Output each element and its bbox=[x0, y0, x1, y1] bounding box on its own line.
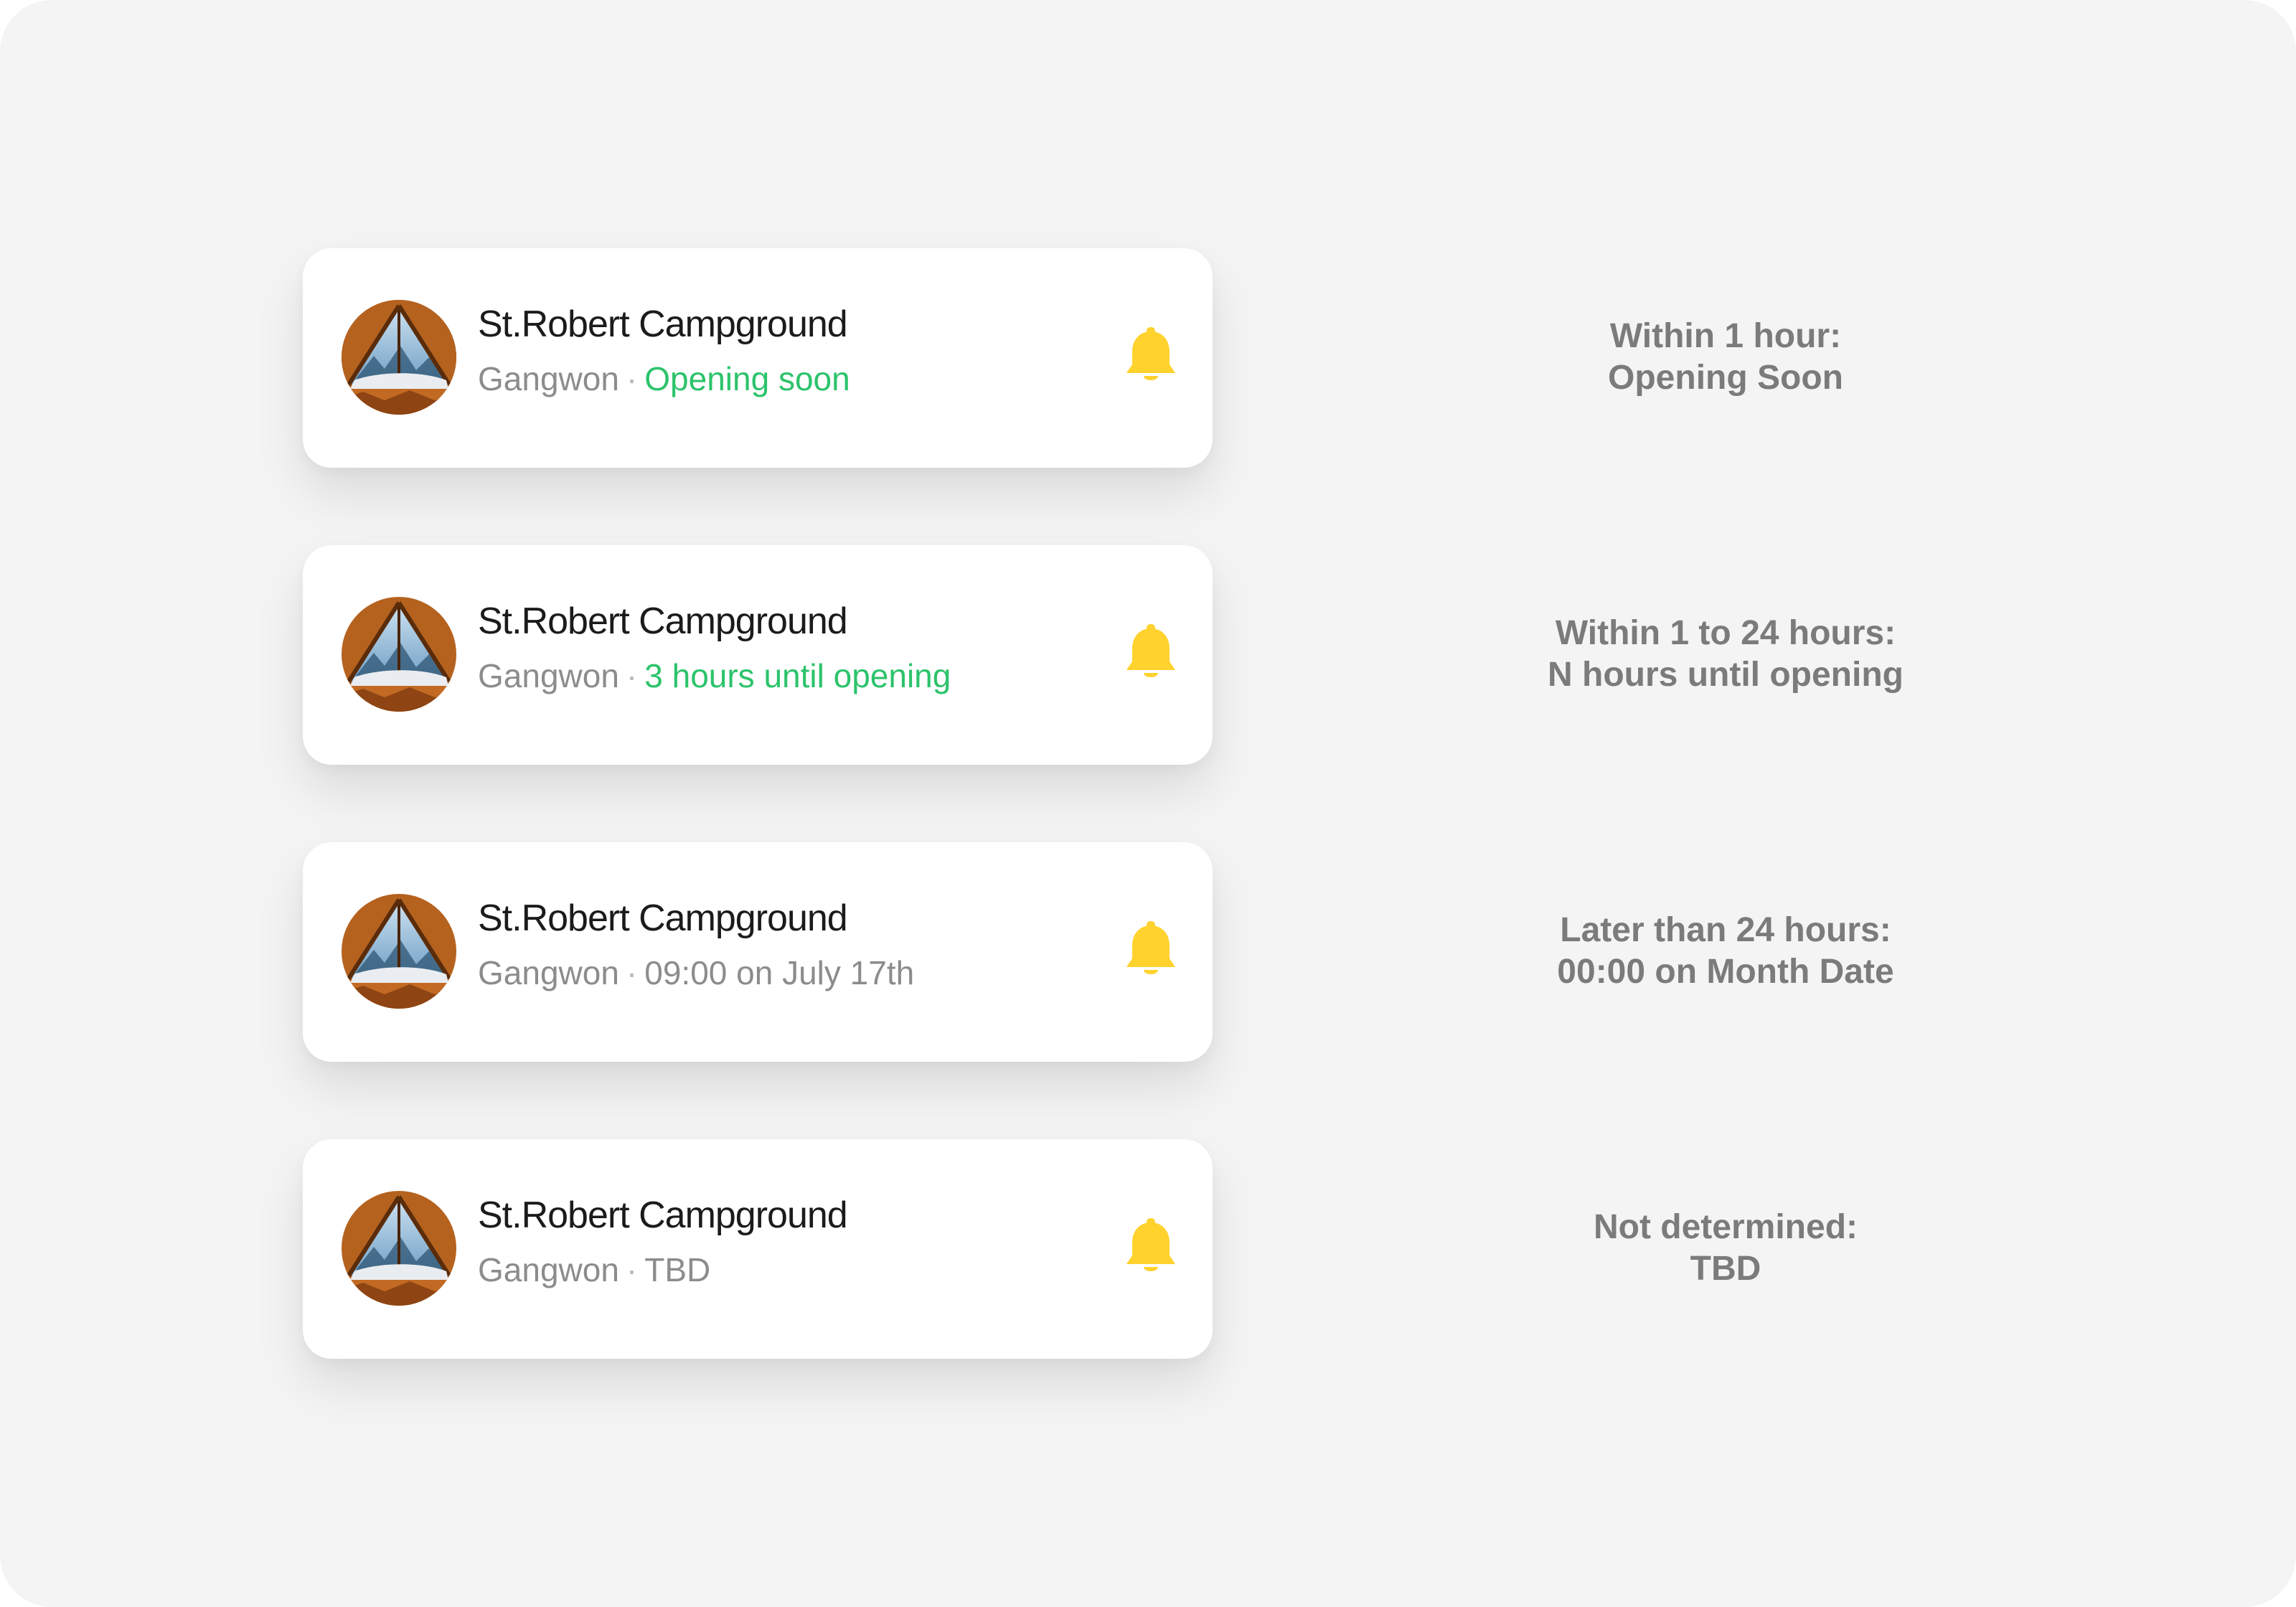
campground-name: St.Robert Campground bbox=[478, 897, 848, 939]
campground-thumbnail bbox=[342, 300, 456, 415]
tent-photo-icon bbox=[342, 300, 456, 415]
campground-name: St.Robert Campground bbox=[478, 303, 848, 345]
campground-card[interactable]: St.Robert Campground Gangwon · 3 hours unt… bbox=[303, 545, 1213, 765]
region-label: Gangwon bbox=[478, 360, 619, 397]
campground-card[interactable]: St.Robert Campground Gangwon · TBD bbox=[303, 1139, 1213, 1359]
region-label: Gangwon bbox=[478, 657, 619, 694]
opening-status: 09:00 on July 17th bbox=[644, 954, 915, 991]
rule-format: N hours until opening bbox=[1548, 656, 1904, 694]
bell-icon bbox=[1126, 327, 1175, 380]
meta-separator: · bbox=[626, 954, 638, 991]
meta-separator: · bbox=[626, 360, 638, 397]
campground-name: St.Robert Campground bbox=[478, 1194, 848, 1236]
campground-card[interactable]: St.Robert Campground Gangwon · 09:00 on Ju… bbox=[303, 842, 1213, 1062]
rule-condition: Not determined: bbox=[1593, 1208, 1858, 1246]
tent-photo-icon bbox=[342, 1191, 456, 1306]
bell-icon bbox=[1126, 624, 1175, 677]
notification-bell-button[interactable] bbox=[1122, 624, 1180, 684]
rule-annotation: Within 1 hour: Opening Soon bbox=[1485, 316, 1966, 399]
meta-separator: · bbox=[626, 657, 638, 694]
rule-condition: Within 1 hour: bbox=[1609, 317, 1842, 355]
bell-icon bbox=[1126, 1218, 1175, 1271]
campground-meta: Gangwon · Opening soon bbox=[478, 357, 850, 400]
region-label: Gangwon bbox=[478, 1251, 619, 1288]
region-label: Gangwon bbox=[478, 954, 619, 991]
rule-annotation: Within 1 to 24 hours: N hours until open… bbox=[1485, 613, 1966, 696]
notification-bell-button[interactable] bbox=[1122, 1218, 1180, 1278]
rule-format: TBD bbox=[1690, 1250, 1761, 1288]
rule-condition: Within 1 to 24 hours: bbox=[1555, 614, 1896, 652]
spec-canvas: St.Robert Campground Gangwon · Opening soo… bbox=[0, 0, 2296, 1607]
rule-condition: Later than 24 hours: bbox=[1560, 911, 1891, 949]
campground-thumbnail bbox=[342, 597, 456, 712]
bell-icon bbox=[1126, 921, 1175, 974]
opening-status: 3 hours until opening bbox=[644, 657, 951, 694]
rule-annotation: Not determined: TBD bbox=[1485, 1207, 1966, 1290]
campground-meta: Gangwon · TBD bbox=[478, 1248, 710, 1291]
campground-card[interactable]: St.Robert Campground Gangwon · Opening soo… bbox=[303, 248, 1213, 468]
campground-meta: Gangwon · 09:00 on July 17th bbox=[478, 951, 914, 994]
rule-annotation: Later than 24 hours: 00:00 on Month Date bbox=[1485, 910, 1966, 993]
meta-separator: · bbox=[626, 1251, 638, 1288]
opening-status: TBD bbox=[644, 1251, 711, 1288]
campground-meta: Gangwon · 3 hours until opening bbox=[478, 654, 951, 697]
campground-thumbnail bbox=[342, 1191, 456, 1306]
campground-name: St.Robert Campground bbox=[478, 600, 848, 642]
rule-format: 00:00 on Month Date bbox=[1557, 953, 1894, 991]
tent-photo-icon bbox=[342, 894, 456, 1009]
notification-bell-button[interactable] bbox=[1122, 327, 1180, 387]
opening-status: Opening soon bbox=[644, 360, 850, 397]
campground-thumbnail bbox=[342, 894, 456, 1009]
tent-photo-icon bbox=[342, 597, 456, 712]
notification-bell-button[interactable] bbox=[1122, 921, 1180, 981]
rule-format: Opening Soon bbox=[1608, 359, 1843, 397]
